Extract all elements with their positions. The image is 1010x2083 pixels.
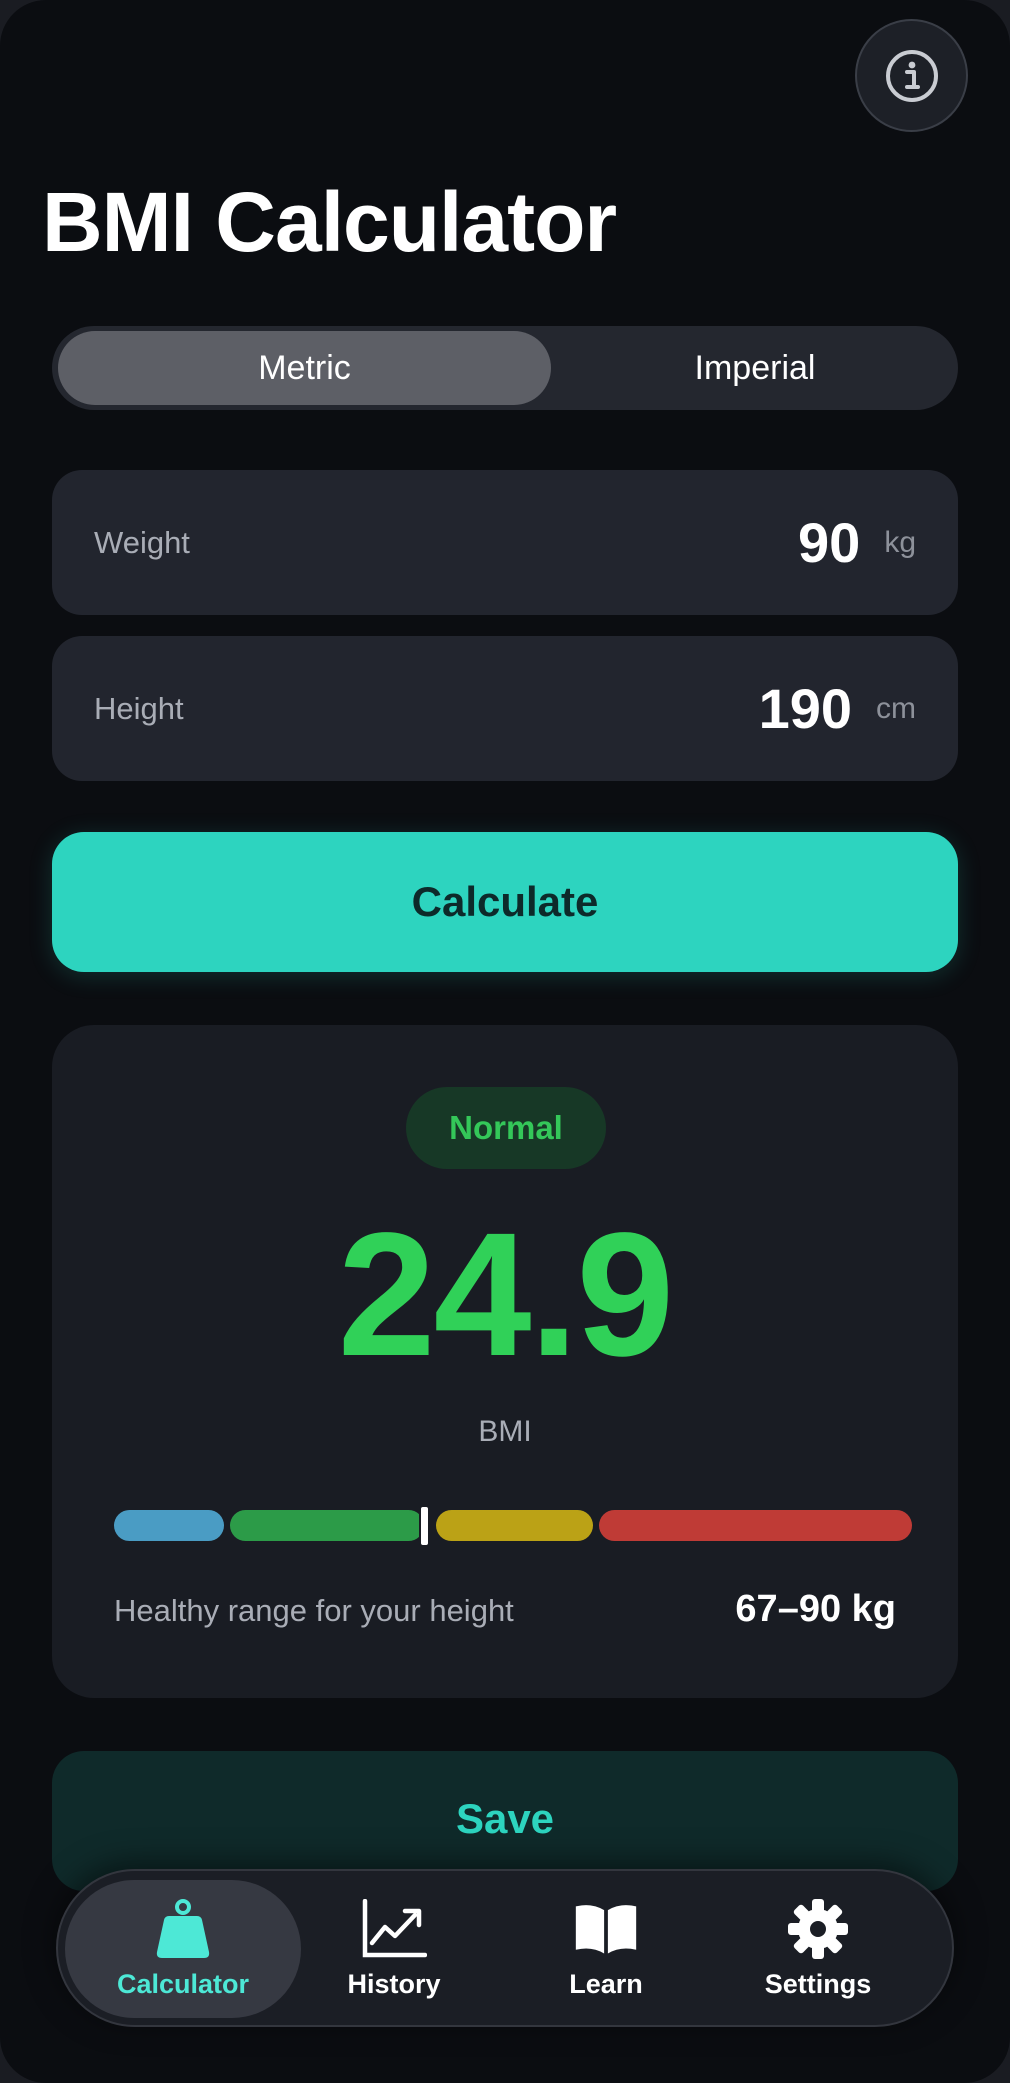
scale-overweight <box>436 1510 593 1541</box>
tab-calculator-label: Calculator <box>116 1968 250 1999</box>
healthy-range-label: Healthy range for your height <box>114 1593 514 1628</box>
unit-option-metric[interactable]: Metric <box>58 331 551 405</box>
scale-underweight <box>114 1510 224 1541</box>
weight-value[interactable]: 90 <box>798 510 860 575</box>
gear-icon <box>785 1898 851 1959</box>
bmi-label: BMI <box>478 1415 532 1448</box>
height-unit: cm <box>876 691 916 725</box>
bmi-value: 24.9 <box>337 1197 675 1393</box>
page-title: BMI Calculator <box>42 175 617 269</box>
book-icon <box>573 1899 639 1959</box>
chart-line-icon <box>361 1898 427 1959</box>
height-value[interactable]: 190 <box>759 676 852 741</box>
result-card: Normal 24.9 BMI Healthy range for your h… <box>52 1025 958 1698</box>
tab-learn[interactable]: Learn <box>488 1880 724 2018</box>
tab-history[interactable]: History <box>276 1880 512 2018</box>
scale-normal <box>230 1510 424 1541</box>
unit-toggle: Metric Imperial <box>52 326 958 410</box>
tab-learn-label: Learn <box>569 1968 643 1999</box>
info-button[interactable] <box>855 19 968 132</box>
status-badge: Normal <box>406 1087 606 1169</box>
tab-calculator[interactable]: Calculator <box>65 1880 301 2018</box>
weight-field[interactable]: Weight 90 kg <box>52 470 958 615</box>
tab-settings[interactable]: Settings <box>700 1880 936 2018</box>
info-icon <box>885 49 938 102</box>
bmi-scale <box>114 1505 966 1547</box>
calculate-button[interactable]: Calculate <box>52 832 958 972</box>
screen: BMI Calculator Metric Imperial Weight 90… <box>0 0 1010 2083</box>
height-label: Height <box>94 690 184 726</box>
tab-history-label: History <box>347 1968 441 1999</box>
weight-unit: kg <box>884 525 916 559</box>
tab-settings-label: Settings <box>764 1968 872 1999</box>
tab-bar: Calculator History Learn Settings <box>56 1869 954 2027</box>
scale-obese <box>599 1510 912 1541</box>
height-field[interactable]: Height 190 cm <box>52 636 958 781</box>
weight-label: Weight <box>94 524 190 560</box>
weight-icon <box>150 1898 216 1959</box>
healthy-range-value: 67–90 kg <box>735 1588 896 1630</box>
bmi-scale-marker <box>419 1505 430 1547</box>
unit-option-imperial[interactable]: Imperial <box>557 331 953 405</box>
